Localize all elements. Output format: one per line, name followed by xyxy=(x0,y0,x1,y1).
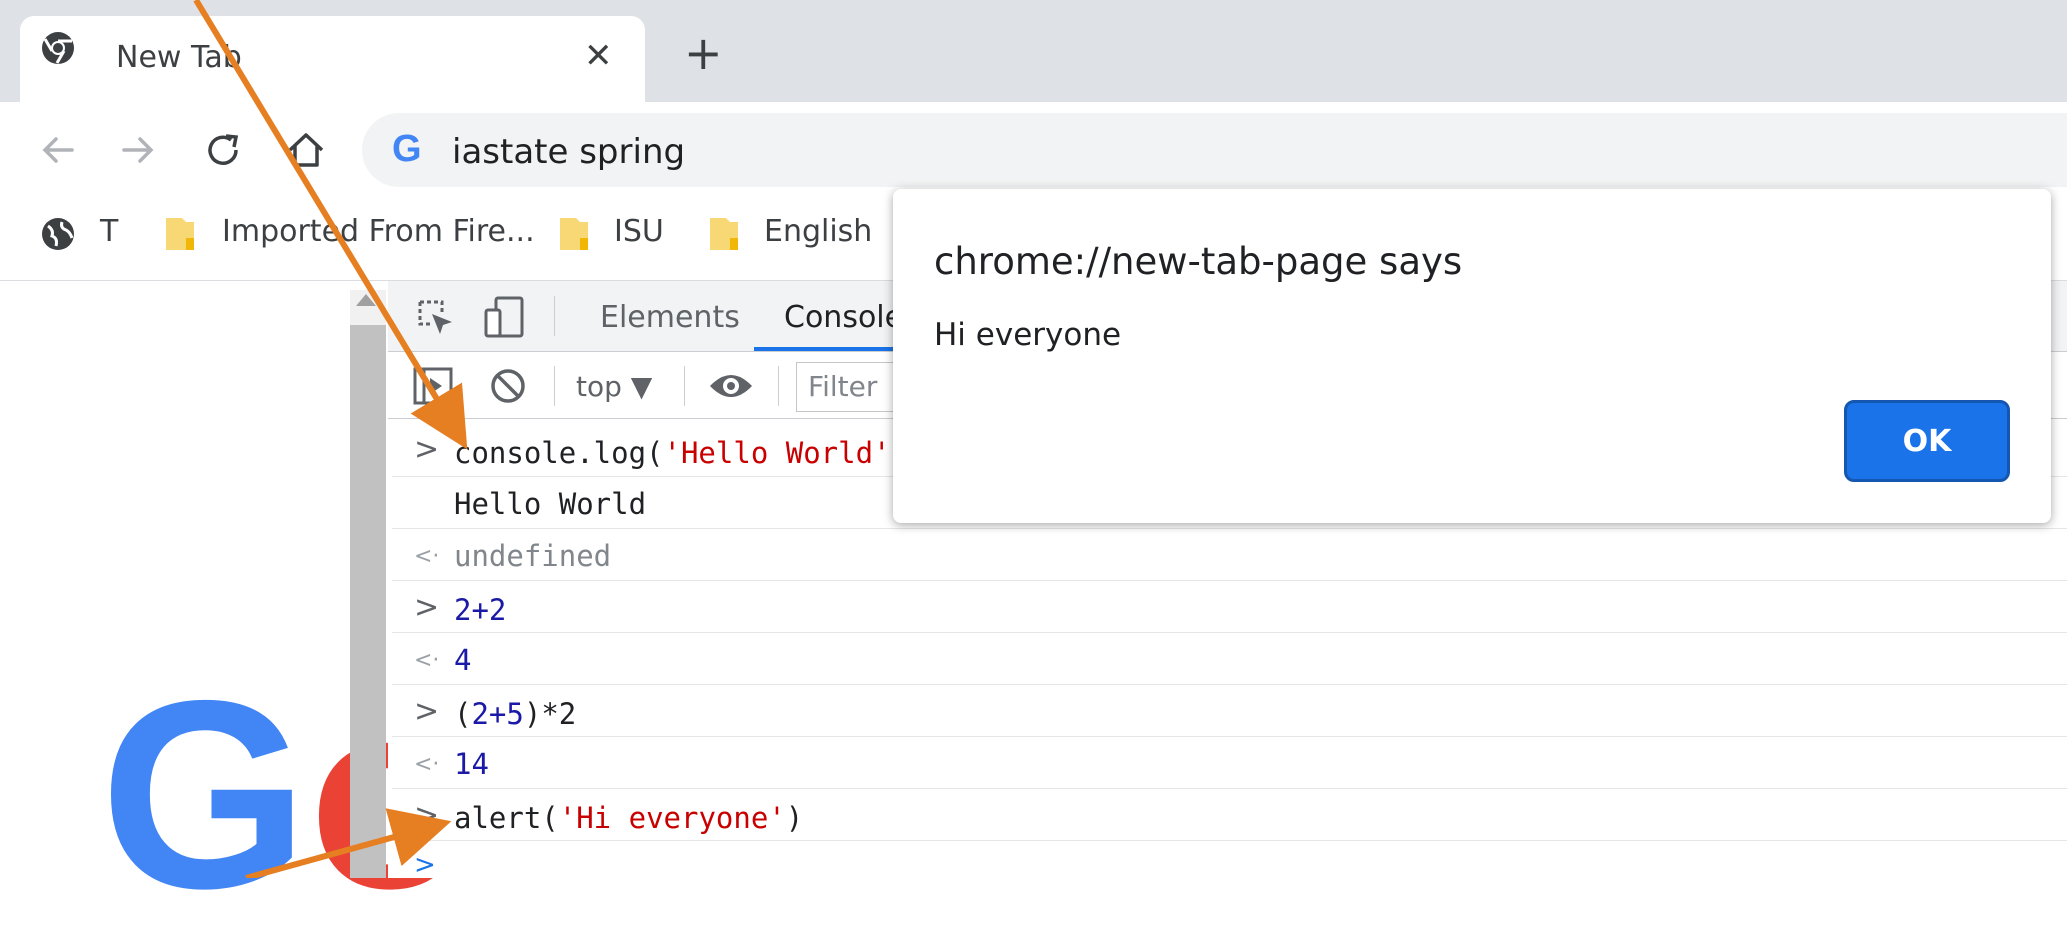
dialog-message: Hi everyone xyxy=(934,317,1122,353)
tab-elements[interactable]: Elements xyxy=(600,300,740,335)
bookmark-imported[interactable]: Imported From Fire... xyxy=(222,214,535,249)
console-result: 14 xyxy=(454,747,489,781)
console-row xyxy=(392,633,2067,685)
folder-icon xyxy=(560,218,588,250)
bookmark-isu[interactable]: ISU xyxy=(614,214,664,249)
result-arrow-icon: <· xyxy=(414,648,440,673)
sidebar-toggle-icon[interactable] xyxy=(412,366,454,406)
console-input[interactable]: (2+5)*2 xyxy=(454,697,576,731)
separator xyxy=(554,366,555,406)
omnibox-text[interactable]: iastate spring xyxy=(452,132,685,172)
folder-icon xyxy=(710,218,738,250)
ok-button[interactable]: OK xyxy=(1844,400,2010,482)
tab-title: New Tab xyxy=(116,40,242,75)
globe-icon xyxy=(42,218,74,250)
separator xyxy=(778,366,779,406)
console-row xyxy=(392,737,2067,789)
eye-icon[interactable] xyxy=(708,368,754,404)
chrome-icon xyxy=(42,32,74,64)
console-prompt-icon[interactable]: > xyxy=(414,850,436,880)
separator xyxy=(554,296,555,336)
input-prompt-icon: > xyxy=(414,798,440,833)
clear-console-icon[interactable] xyxy=(488,366,528,406)
reload-icon[interactable] xyxy=(202,128,246,172)
input-prompt-icon: > xyxy=(414,432,440,467)
console-row xyxy=(392,581,2067,633)
input-prompt-icon: > xyxy=(414,694,440,729)
dialog-title: chrome://new-tab-page says xyxy=(934,240,1463,283)
forward-icon[interactable] xyxy=(118,130,158,170)
scrollbar-thumb[interactable] xyxy=(350,325,386,878)
scroll-up-arrow[interactable] xyxy=(356,294,376,306)
result-arrow-icon: <· xyxy=(414,544,440,569)
input-prompt-icon: > xyxy=(414,590,440,625)
console-row xyxy=(392,685,2067,737)
back-icon[interactable] xyxy=(38,130,78,170)
active-tab-indicator xyxy=(754,347,894,351)
console-input[interactable]: console.log('Hello World') xyxy=(454,436,908,470)
console-row xyxy=(392,529,2067,581)
console-result: 4 xyxy=(454,643,472,677)
tab-new-tab[interactable] xyxy=(20,16,645,102)
console-input[interactable]: alert('Hi everyone') xyxy=(454,801,803,835)
tab-console[interactable]: Console xyxy=(784,300,903,335)
close-icon[interactable]: ✕ xyxy=(584,36,613,76)
device-toolbar-icon[interactable] xyxy=(484,296,528,338)
bookmark-t[interactable]: T xyxy=(100,214,118,249)
folder-icon xyxy=(166,218,194,250)
google-g-icon: G xyxy=(392,128,422,170)
inspect-icon[interactable] xyxy=(416,298,456,338)
console-input[interactable]: 2+2 xyxy=(454,593,506,627)
console-result: undefined xyxy=(454,539,612,573)
result-arrow-icon: <· xyxy=(414,752,440,777)
filter-placeholder: Filter xyxy=(808,370,878,403)
new-tab-button[interactable]: + xyxy=(684,30,723,76)
console-output: Hello World xyxy=(454,487,647,521)
home-icon[interactable] xyxy=(284,128,328,172)
separator xyxy=(684,366,685,406)
context-selector[interactable]: top ▼ xyxy=(576,370,652,403)
bookmark-english[interactable]: English xyxy=(764,214,872,249)
